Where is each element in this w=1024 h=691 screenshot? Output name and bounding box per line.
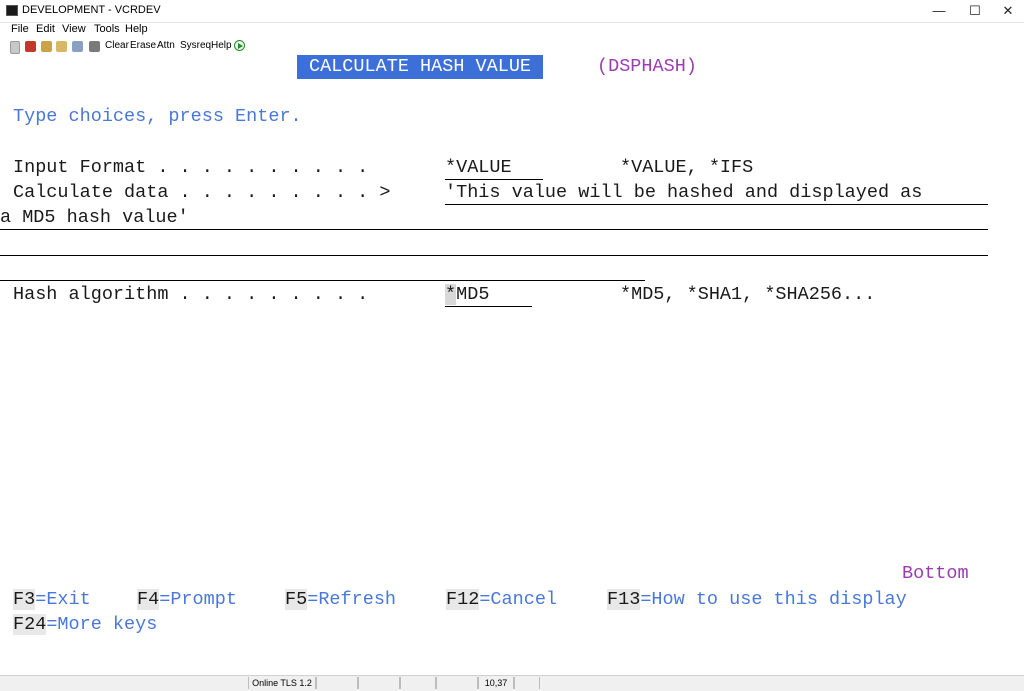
fkey-f13-key: F13 [607,589,641,610]
fkey-f3[interactable]: F3=Exit [13,589,91,611]
print-icon[interactable] [72,41,83,52]
maximize-button[interactable]: ☐ [958,0,992,22]
attn-button[interactable]: Attn [157,40,175,51]
erase-button[interactable]: Erase [130,40,156,51]
cursor-position: 10,37 [478,677,514,689]
window-title: DEVELOPMENT - VCRDEV [22,4,161,16]
cut-icon[interactable] [41,41,52,52]
connection-status: Online TLS 1.2 [248,677,316,689]
screen-title: CALCULATE HASH VALUE [297,55,544,79]
menu-help[interactable]: Help [125,23,148,35]
status-cell-7 [514,677,540,689]
fkey-f3-label: =Exit [35,589,91,610]
hash-algorithm-underline [445,306,532,307]
bottom-indicator: Bottom [902,563,969,584]
status-cell-2 [316,677,358,689]
fkey-f5-key: F5 [285,589,308,610]
play-icon[interactable] [234,40,245,51]
calculate-data-label: Calculate data . . . . . . . . . > [13,182,391,203]
fkey-f5[interactable]: F5=Refresh [285,589,396,611]
clear-button[interactable]: Clear [105,40,129,51]
paste-icon[interactable] [56,41,67,52]
status-cell-5 [436,677,478,689]
disconnect-icon[interactable] [25,41,36,52]
help-button[interactable]: Help [211,40,232,51]
close-button[interactable]: ✕ [991,0,1024,22]
fkey-f3-key: F3 [13,589,36,610]
fkey-f24-key: F24 [13,614,47,635]
sysreq-button[interactable]: Sysreq [180,40,211,51]
macro-icon[interactable] [89,41,100,52]
status-cell-4 [400,677,436,689]
hash-algorithm-field[interactable]: *MD5 [445,284,489,306]
calculate-data-field-line2[interactable]: a MD5 hash value' [0,207,189,229]
fkey-f12-key: F12 [446,589,480,610]
fkey-f13-label: =How to use this display [640,589,907,610]
calculate-data-underline-2 [0,229,988,230]
terminal-screen[interactable]: CALCULATE HASH VALUE (DSPHASH) Type choi… [0,55,1024,675]
fkey-f4-label: =Prompt [159,589,237,610]
calculate-data-field-line1[interactable]: 'This value will be hashed and displayed… [445,182,922,204]
input-format-underline [445,179,543,180]
fkey-f24-label: =More keys [46,614,158,635]
window-title-bar: DEVELOPMENT - VCRDEV — ☐ ✕ [0,0,1024,23]
fkey-f13[interactable]: F13=How to use this display [607,589,907,611]
input-format-field[interactable]: *VALUE [445,157,512,179]
menu-bar: File Edit View Tools Help [0,23,1024,39]
calculate-data-underline-4 [0,280,645,281]
toolbar: Clear Erase Attn Sysreq Help [0,38,1024,55]
cursor: * [445,284,457,305]
menu-tools[interactable]: Tools [94,23,120,35]
status-bar: Online TLS 1.2 10,37 [0,675,1024,691]
grip-icon [10,41,20,54]
hash-algorithm-value: MD5 [456,284,490,305]
hash-algorithm-choices: *MD5, *SHA1, *SHA256... [620,284,876,305]
fkey-f12[interactable]: F12=Cancel [446,589,557,611]
fkey-f12-label: =Cancel [479,589,558,610]
input-format-label: Input Format . . . . . . . . . . [13,157,369,178]
instruction-text: Type choices, press Enter. [13,106,302,127]
fkey-f5-label: =Refresh [307,589,397,610]
calculate-data-underline-1 [445,204,988,205]
terminal-app-icon [6,5,18,16]
minimize-button[interactable]: — [922,0,956,22]
calculate-data-underline-3 [0,255,988,256]
menu-view[interactable]: View [62,23,86,35]
fkey-f4[interactable]: F4=Prompt [137,589,237,611]
command-name: (DSPHASH) [597,56,697,77]
menu-file[interactable]: File [11,23,29,35]
input-format-choices: *VALUE, *IFS [620,157,754,178]
fkey-f4-key: F4 [137,589,160,610]
status-cell-3 [358,677,400,689]
fkey-f24[interactable]: F24=More keys [13,614,157,636]
menu-edit[interactable]: Edit [36,23,55,35]
hash-algorithm-label: Hash algorithm . . . . . . . . . [13,284,369,305]
